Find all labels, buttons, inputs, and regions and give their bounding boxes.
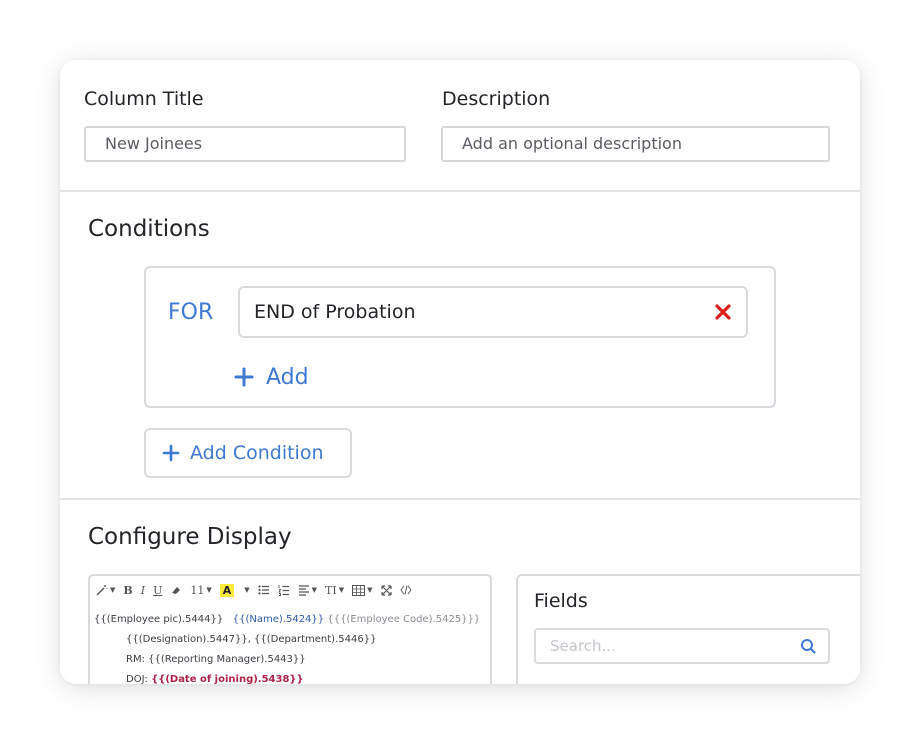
editor-line: {{(Employee pic).5444}} {{(Name).5424}} …: [94, 614, 481, 625]
add-condition-label: Add Condition: [190, 442, 324, 464]
add-condition-button[interactable]: Add Condition: [144, 428, 352, 478]
fields-title: Fields: [534, 590, 588, 612]
eraser-icon[interactable]: [170, 581, 182, 599]
text-style-select[interactable]: TI ▼: [325, 581, 344, 599]
column-title-input[interactable]: New Joinees: [84, 126, 406, 162]
align-icon[interactable]: ▼: [298, 581, 317, 599]
italic-button[interactable]: I: [141, 581, 145, 599]
divider-middle: [60, 498, 860, 500]
fullscreen-icon[interactable]: [380, 581, 392, 599]
configure-display-title: Configure Display: [88, 524, 292, 550]
font-size-select[interactable]: 11 ▼: [190, 581, 211, 599]
column-config-card: Column Title New Joinees Description Add…: [60, 60, 860, 684]
rich-text-editor[interactable]: ▼ B I U 11 ▼ A ▼ ▼ TI ▼ ▼ {{(Employee pi…: [88, 574, 492, 684]
plus-icon: [162, 444, 180, 462]
add-label: Add: [266, 364, 309, 390]
description-label: Description: [442, 88, 551, 110]
editor-line: DOJ: {{(Date of joining).5438}}: [126, 674, 304, 684]
close-icon[interactable]: [714, 303, 732, 321]
search-icon[interactable]: [800, 638, 816, 654]
description-input[interactable]: Add an optional description: [441, 126, 830, 162]
plus-icon: [234, 367, 254, 387]
bullet-list-icon[interactable]: [258, 581, 270, 599]
editor-line: {{(Designation).5447}}, {{(Department).5…: [126, 634, 377, 645]
underline-button[interactable]: U: [153, 581, 162, 599]
fields-search-input[interactable]: Search...: [534, 628, 830, 664]
condition-input[interactable]: END of Probation: [238, 286, 748, 338]
magic-wand-icon[interactable]: ▼: [96, 581, 115, 599]
bold-button[interactable]: B: [123, 581, 132, 599]
editor-toolbar: ▼ B I U 11 ▼ A ▼ ▼ TI ▼ ▼: [90, 576, 490, 604]
code-icon[interactable]: [399, 581, 412, 599]
condition-group: FOR END of Probation Add: [144, 266, 776, 408]
editor-line: RM: {{(Reporting Manager).5443}}: [126, 654, 306, 665]
highlight-color-button[interactable]: A: [219, 581, 235, 599]
for-label: FOR: [168, 300, 214, 325]
color-dropdown[interactable]: ▼: [242, 581, 249, 599]
column-title-label: Column Title: [84, 88, 204, 110]
divider-top: [60, 190, 860, 192]
conditions-title: Conditions: [88, 216, 210, 242]
table-icon[interactable]: ▼: [352, 581, 373, 599]
condition-value: END of Probation: [254, 301, 416, 323]
fields-panel: Fields Search...: [516, 574, 860, 684]
add-condition-item-button[interactable]: Add: [234, 360, 309, 394]
numbered-list-icon[interactable]: [277, 581, 290, 599]
